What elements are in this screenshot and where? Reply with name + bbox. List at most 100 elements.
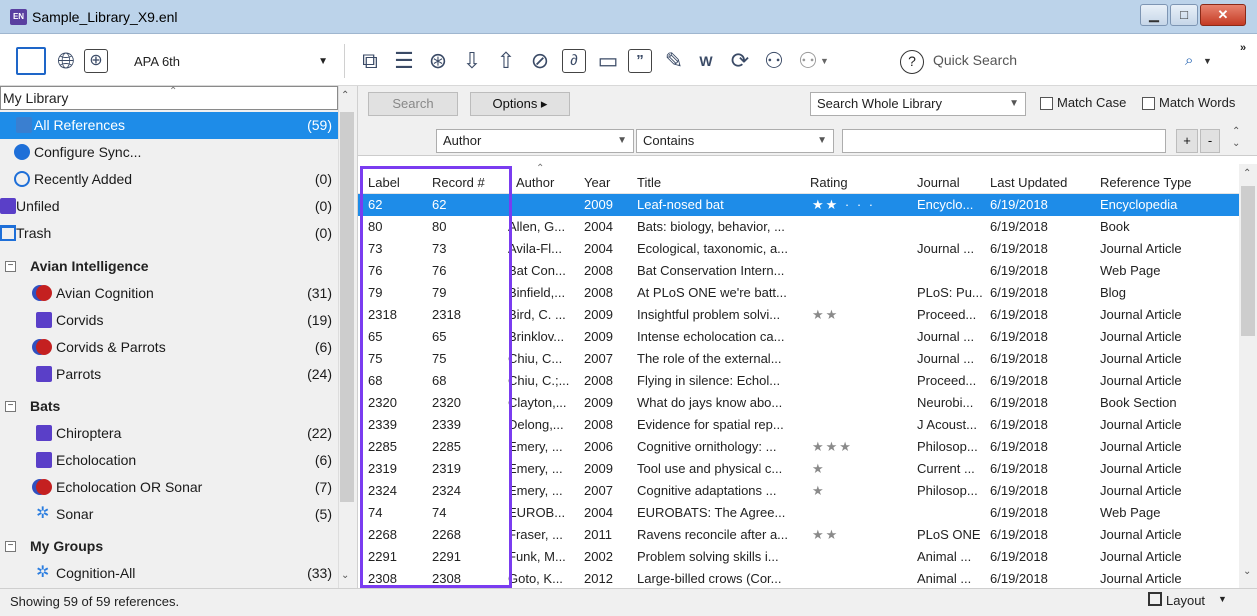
library-select[interactable]: My Library ⌃ [0,86,338,110]
open-file-icon[interactable]: ▭ [594,47,622,75]
sidebar-item-parrots[interactable]: Parrots (24) [0,361,338,388]
match-case-checkbox[interactable] [1040,97,1053,110]
search-operator-select[interactable]: Contains ▼ [636,129,834,153]
sidebar-item-trash[interactable]: Trash (0) [0,220,338,247]
collapse-icon[interactable]: − [5,401,16,412]
cell-rating: ★★★ [812,439,853,454]
copy-to-library-icon[interactable]: ⧉ [356,47,384,75]
sidebar-item-corvids[interactable]: Corvids (19) [0,307,338,334]
new-reference-icon[interactable]: ☰ [390,47,418,75]
sidebar-item-avian-cognition[interactable]: Avian Cognition (31) [0,280,338,307]
sidebar-item-cognition-all[interactable]: ✲ Cognition-All (33) [0,560,338,587]
collapse-icon[interactable]: − [5,541,16,552]
maximize-button[interactable]: □ [1170,4,1198,26]
column-header-author[interactable]: Author [516,172,554,194]
sidebar-item-all-references[interactable]: All References (59) [0,112,338,139]
local-library-icon[interactable] [16,47,46,75]
cell-reference-type: Encyclopedia [1100,197,1178,212]
column-header-year[interactable]: Year [584,172,610,194]
cell-title: Evidence for spatial rep... [637,417,784,432]
layout-button[interactable]: Layout [1166,593,1205,608]
sidebar-item-echolocation-or-sonar[interactable]: Echolocation OR Sonar (7) [0,474,338,501]
groups-scroll-thumb[interactable] [340,112,354,502]
sidebar-item-unfiled[interactable]: Unfiled (0) [0,193,338,220]
scroll-down-icon[interactable]: ⌄ [341,570,349,581]
group-set-avian-intelligence[interactable]: − Avian Intelligence [0,253,338,280]
smart-group-icon [36,339,52,355]
search-panel-scroll[interactable]: ⌃ ⌄ [1232,126,1240,150]
sidebar-item-echolocation[interactable]: Echolocation (6) [0,447,338,474]
chevron-down-icon[interactable]: ▼ [1218,594,1227,604]
column-header-reference-type[interactable]: Reference Type [1100,172,1192,194]
column-header-rating[interactable]: Rating [810,172,848,194]
group-set-bats[interactable]: − Bats [0,393,338,420]
cell-year: 2008 [584,373,613,388]
manage-groups-icon[interactable]: ⚇ [794,47,822,75]
search-button[interactable]: Search [368,92,458,116]
group-set-my-groups[interactable]: − My Groups [0,533,338,560]
help-icon[interactable]: ? [900,50,924,74]
format-bibliography-icon[interactable]: ✎ [660,47,688,75]
trash-icon [0,225,16,241]
find-full-text-icon[interactable]: ⊛ [424,47,452,75]
cell-rating [812,238,912,260]
reference-list-scroll-thumb[interactable] [1241,186,1255,336]
cell-author: Delong,... [508,417,564,432]
search-icon[interactable]: ⌕ [1185,52,1193,69]
chevron-up-icon: ⌃ [169,86,178,97]
minimize-button[interactable]: ▁ [1140,4,1168,26]
quick-search-input[interactable]: Quick Search [933,52,1017,68]
cell-journal [917,260,987,282]
sidebar-item-corvids-parrots[interactable]: Corvids & Parrots (6) [0,334,338,361]
scroll-up-icon[interactable]: ⌃ [1243,168,1251,179]
sidebar-item-count: (6) [314,339,332,355]
cell-author: Goto, K... [508,571,563,586]
cell-rating [812,216,912,238]
scroll-down-icon[interactable]: ⌄ [1243,566,1251,577]
search-scope-select[interactable]: Search Whole Library ▼ [810,92,1026,116]
cell-rating [812,414,912,436]
word-icon[interactable]: W [692,47,720,75]
online-search-find-icon[interactable]: ⊘ [526,47,554,75]
search-value-input[interactable] [842,129,1166,153]
sidebar-item-configure-sync[interactable]: Configure Sync... [0,139,338,166]
sidebar-item-chiroptera[interactable]: Chiroptera (22) [0,420,338,447]
search-field-select[interactable]: Author ▼ [436,129,634,153]
match-words-checkbox[interactable] [1142,97,1155,110]
collapse-icon[interactable]: − [5,261,16,272]
scroll-up-icon[interactable]: ⌃ [341,90,349,101]
insert-citation-icon[interactable]: ” [628,49,652,73]
cell-year: 2008 [584,263,613,278]
integrated-library-icon[interactable]: ⊕ [84,49,108,73]
clock-icon [14,171,30,187]
cell-rating: ★ [812,483,826,498]
endnote-app-icon: EN [10,9,27,25]
sidebar-item-count: (6) [314,452,332,468]
column-header-last-updated[interactable]: Last Updated [990,172,1067,194]
cell-last-updated: 6/19/2018 [990,571,1048,586]
sidebar-item-sonar[interactable]: ✲ Sonar (5) [0,501,338,528]
close-button[interactable]: ✕ [1200,4,1246,26]
sidebar-item-label: Configure Sync... [34,144,142,160]
online-search-icon[interactable]: 🌐︎ [52,47,80,75]
add-search-field-button[interactable]: + [1176,129,1198,153]
chevron-down-icon[interactable]: ▼ [1203,56,1212,66]
column-header-title[interactable]: Title [637,172,661,194]
export-icon[interactable]: ⇧ [492,47,520,75]
output-style-select[interactable]: APA 6th ▼ [128,50,332,74]
column-header-journal[interactable]: Journal [917,172,960,194]
options-button[interactable]: Options ▸ [470,92,570,116]
sync-icon[interactable]: ⟳ [726,47,754,75]
import-icon[interactable]: ⇩ [458,47,486,75]
chevron-down-icon[interactable]: ▼ [820,56,829,66]
status-bar [0,588,1257,616]
sidebar-item-recently-added[interactable]: Recently Added (0) [0,166,338,193]
sidebar-item-label: Unfiled [16,198,60,214]
remove-search-field-button[interactable]: - [1200,129,1220,153]
cell-last-updated: 6/19/2018 [990,351,1048,366]
toolbar-overflow-icon[interactable]: » [1240,42,1246,54]
cell-author: Emery, ... [508,439,563,454]
open-link-icon[interactable]: ∂ [562,49,586,73]
share-library-icon[interactable]: ⚇ [760,47,788,75]
group-icon [0,198,16,214]
